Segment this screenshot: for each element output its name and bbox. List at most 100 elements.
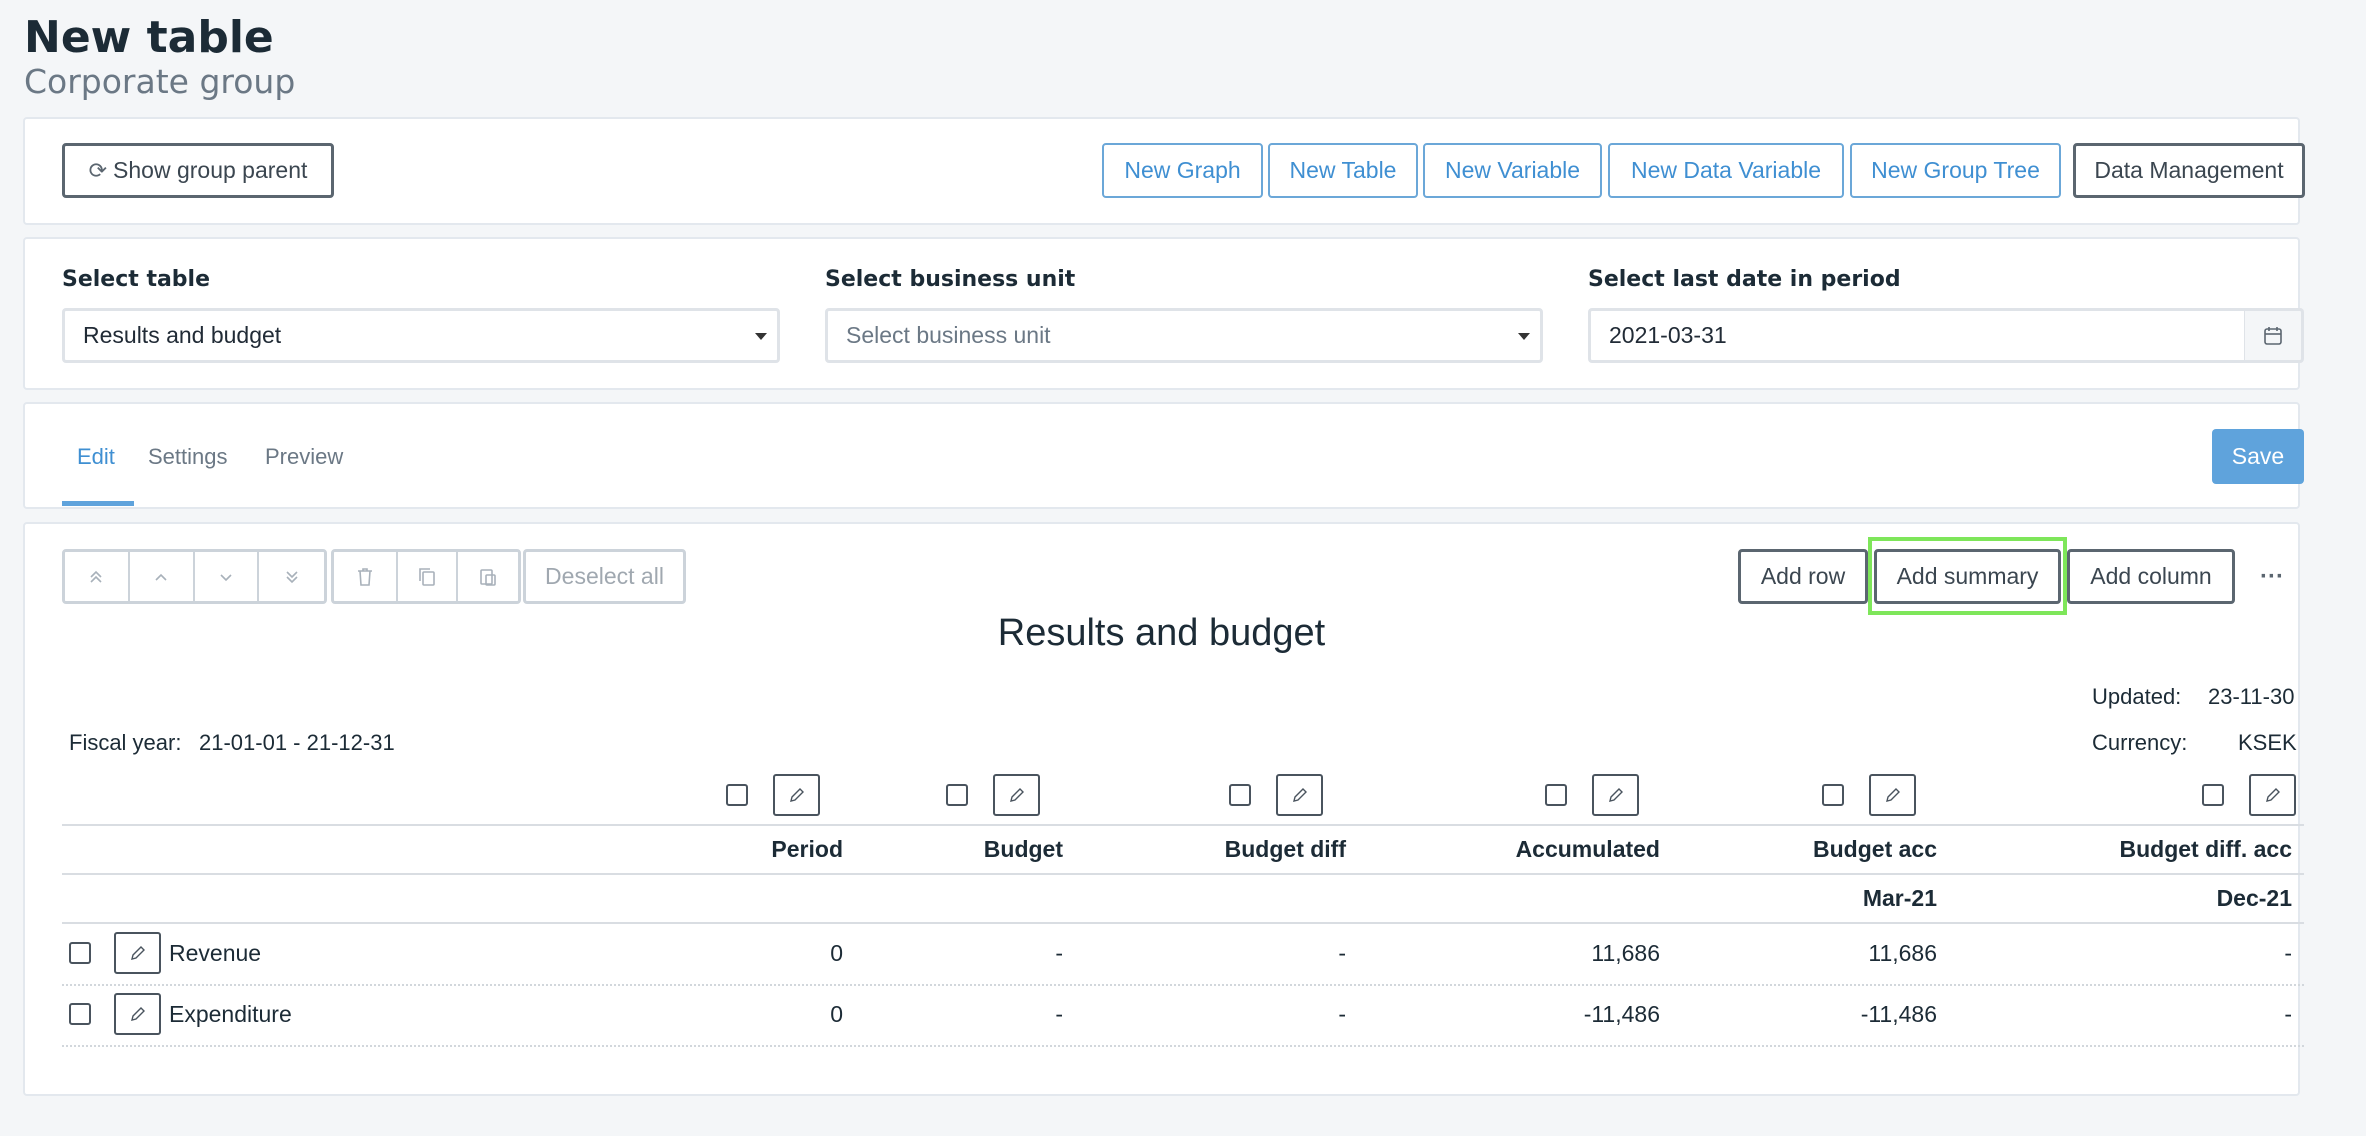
move-down-button[interactable]: [194, 552, 260, 601]
tab-preview[interactable]: Preview: [265, 444, 343, 470]
table-cell: 11,686: [1591, 940, 1660, 966]
table-cell: 0: [830, 1001, 843, 1027]
pencil-icon: [1608, 788, 1623, 802]
table-cell: 0: [830, 940, 843, 966]
column-header-period: Period: [771, 836, 843, 862]
table-cell: 11,686: [1868, 940, 1937, 966]
edit-column-button[interactable]: [1276, 774, 1323, 816]
double-chevron-up-icon: [90, 570, 102, 583]
new-variable-button[interactable]: New Variable: [1423, 143, 1602, 198]
data-management-button[interactable]: Data Management: [2073, 143, 2305, 198]
add-row-button[interactable]: Add row: [1738, 549, 1868, 604]
selection-panel: Select table Results and budget Select b…: [23, 237, 2304, 390]
pencil-icon: [2265, 788, 2280, 802]
column-subheader-budget-diff-acc: Dec-21: [2216, 885, 2292, 911]
paste-icon: [480, 568, 496, 586]
active-tab-indicator: [62, 501, 134, 506]
add-column-button[interactable]: Add column: [2067, 549, 2235, 604]
move-up-button[interactable]: [129, 552, 195, 601]
save-button[interactable]: Save: [2212, 429, 2304, 484]
chevron-down-icon: [755, 333, 767, 340]
business-unit-placeholder: Select business unit: [846, 322, 1051, 348]
row-checkbox[interactable]: [69, 942, 91, 964]
chevron-down-icon: [220, 573, 232, 581]
fiscal-year-value: 21-01-01 - 21-12-31: [199, 730, 395, 755]
edit-column-button[interactable]: [2249, 774, 2296, 816]
calendar-button[interactable]: [2245, 308, 2304, 363]
new-data-variable-button[interactable]: New Data Variable: [1608, 143, 1844, 198]
pencil-icon: [130, 1007, 145, 1021]
row-divider: [62, 984, 2304, 986]
edit-button-group: [331, 549, 521, 604]
move-to-top-button[interactable]: [65, 552, 130, 601]
new-group-tree-button[interactable]: New Group Tree: [1850, 143, 2061, 198]
column-checkbox[interactable]: [1545, 784, 1567, 806]
edit-column-button[interactable]: [1869, 774, 1916, 816]
paste-button[interactable]: [458, 552, 518, 601]
edit-column-button[interactable]: [773, 774, 820, 816]
tabs-panel: Edit Settings Preview Save: [23, 402, 2304, 509]
more-options-button[interactable]: ···: [2247, 549, 2297, 604]
currency-label: Currency:: [2092, 730, 2188, 755]
column-checkbox[interactable]: [1229, 784, 1251, 806]
pencil-icon: [1009, 788, 1024, 802]
currency-value: KSEK: [2238, 730, 2297, 755]
new-table-button[interactable]: New Table: [1268, 143, 1418, 198]
row-checkbox[interactable]: [69, 1003, 91, 1025]
add-summary-button[interactable]: Add summary: [1874, 549, 2061, 604]
calendar-icon: [2264, 326, 2282, 345]
show-group-parent-label: Show group parent: [113, 157, 308, 183]
double-chevron-down-icon: [286, 570, 298, 583]
edit-column-button[interactable]: [993, 774, 1040, 816]
copy-button[interactable]: [398, 552, 458, 601]
select-last-date-label: Select last date in period: [1588, 267, 1901, 292]
column-checkbox[interactable]: [726, 784, 748, 806]
table-title: Results and budget: [997, 612, 1326, 654]
updated-label: Updated:: [2092, 684, 2182, 709]
tab-settings[interactable]: Settings: [148, 444, 228, 470]
edit-column-button[interactable]: [1592, 774, 1639, 816]
updated-value: 23-11-30: [2208, 684, 2295, 709]
show-group-parent-button[interactable]: ⟳ Show group parent: [62, 143, 334, 198]
copy-icon: [419, 567, 435, 586]
table-editor-panel: Deselect all Add row Add summary Add col…: [23, 522, 2304, 1096]
refresh-icon: ⟳: [88, 157, 108, 183]
row-label-expenditure: Expenditure: [169, 1001, 292, 1027]
subheader-divider: [62, 873, 2304, 875]
select-business-unit-label: Select business unit: [825, 267, 1076, 292]
column-header-budget-diff: Budget diff: [1224, 836, 1346, 862]
column-header-budget-acc: Budget acc: [1813, 836, 1937, 862]
table-cell: -: [1338, 940, 1346, 966]
table-cell: -: [2284, 940, 2292, 966]
pencil-icon: [130, 946, 145, 960]
new-graph-button[interactable]: New Graph: [1102, 143, 1263, 198]
tab-edit[interactable]: Edit: [77, 444, 115, 470]
page-subtitle: Corporate group: [24, 62, 296, 101]
chevron-up-icon: [155, 573, 167, 581]
row-label-revenue: Revenue: [169, 940, 262, 966]
deselect-all-button[interactable]: Deselect all: [523, 549, 686, 604]
last-date-input[interactable]: 2021-03-31: [1588, 308, 2247, 363]
row-divider: [62, 1045, 2304, 1047]
table-cell: -: [1338, 1001, 1346, 1027]
column-header-budget-diff-acc: Budget diff. acc: [2119, 836, 2292, 862]
table-cell: -: [1055, 940, 1063, 966]
pencil-icon: [1885, 788, 1900, 802]
pencil-icon: [1292, 788, 1307, 802]
column-checkbox[interactable]: [946, 784, 968, 806]
table-cell: -: [2284, 1001, 2292, 1027]
column-checkbox[interactable]: [1822, 784, 1844, 806]
edit-row-button[interactable]: [114, 993, 161, 1035]
table-cell: -11,486: [1860, 1001, 1937, 1027]
last-date-value: 2021-03-31: [1609, 322, 1727, 348]
column-header-budget: Budget: [983, 836, 1063, 862]
rows-divider: [62, 922, 2304, 924]
edit-row-button[interactable]: [114, 932, 161, 974]
table-select[interactable]: Results and budget: [62, 308, 780, 363]
pencil-icon: [789, 788, 804, 802]
delete-button[interactable]: [334, 552, 398, 601]
page-title: New table: [24, 12, 274, 63]
business-unit-select[interactable]: Select business unit: [825, 308, 1543, 363]
column-checkbox[interactable]: [2202, 784, 2224, 806]
move-to-bottom-button[interactable]: [259, 552, 324, 601]
